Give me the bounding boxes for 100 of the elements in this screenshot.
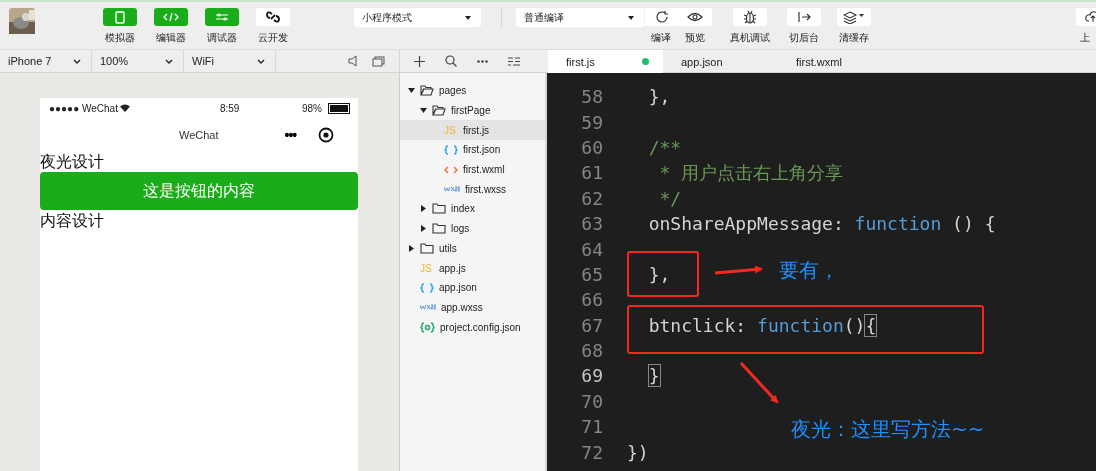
file-tree-item[interactable]: pages: [420, 85, 467, 97]
file-tree-item[interactable]: first.wxss: [444, 183, 507, 195]
file-tree-item[interactable]: app.json: [420, 282, 477, 294]
carrier-text: ●●●●● WeChat: [49, 102, 118, 114]
annotation-note: 夜光：这里写方法~~: [791, 416, 985, 443]
angle-brackets-icon: [444, 165, 458, 174]
folder-icon: [420, 85, 434, 97]
toolbar-label: 调试器: [207, 31, 237, 45]
mode-select[interactable]: 小程序模式: [354, 8, 481, 27]
line-number: 69: [580, 365, 603, 387]
device-select[interactable]: iPhone 7: [0, 49, 92, 73]
chevron-icon: [73, 58, 81, 64]
line-number: 71: [580, 416, 603, 438]
collapsed-arrow-icon[interactable]: [408, 244, 415, 252]
sliders-toggle[interactable]: [205, 8, 239, 26]
file-tree-item[interactable]: JS app.js: [420, 262, 466, 274]
expanded-arrow-icon[interactable]: [420, 107, 427, 115]
toolbar-label: 编辑器: [156, 31, 186, 45]
more-icon[interactable]: [477, 59, 488, 63]
line-number: 61: [580, 162, 603, 184]
expanded-arrow-icon[interactable]: [408, 87, 415, 95]
add-icon[interactable]: [414, 55, 425, 67]
code-line: }): [627, 441, 649, 463]
chevron-icon: [165, 58, 173, 64]
network-select[interactable]: WiFi: [184, 49, 276, 73]
code-line: }: [647, 365, 660, 387]
line-number: 59: [580, 111, 603, 133]
collapsed-arrow-icon[interactable]: [420, 225, 427, 233]
line-number: 63: [580, 213, 603, 235]
line-number: 66: [580, 289, 603, 311]
file-tree-item[interactable]: first.json: [444, 144, 501, 156]
refresh-icon: [654, 10, 669, 24]
style-file-icon: [444, 186, 460, 193]
toolbar-label: 模拟器: [105, 31, 135, 45]
phone-toggle[interactable]: [103, 8, 137, 26]
line-number: 67: [580, 314, 603, 336]
line-number: 70: [580, 390, 603, 412]
compile-select[interactable]: 普通编译: [516, 8, 644, 27]
folder-icon: [420, 242, 434, 254]
file-tree-item[interactable]: utils: [420, 242, 457, 254]
line-number: 58: [580, 86, 603, 108]
code-line: onShareAppMessage: function () {: [647, 213, 996, 235]
battery-percent: 98%: [302, 102, 322, 114]
file-tree-item[interactable]: app.wxss: [420, 301, 483, 313]
code-line: },: [647, 86, 671, 108]
refresh-button[interactable]: [644, 8, 678, 26]
code-toggle[interactable]: [154, 8, 188, 26]
file-tree-item[interactable]: JS first.js: [444, 124, 490, 136]
switch-button[interactable]: [787, 8, 821, 26]
speaker-icon[interactable]: [348, 55, 358, 67]
code-icon: [163, 12, 179, 22]
annotation-note: 要有，: [779, 257, 839, 284]
toolbar-label: 上: [1080, 31, 1090, 45]
braces-icon: [444, 144, 458, 155]
file-tree-item[interactable]: project.config.json: [420, 321, 521, 333]
more-menu[interactable]: •••: [284, 126, 297, 143]
folder-icon: [432, 105, 446, 117]
file-tree-item[interactable]: firstPage: [432, 105, 491, 117]
chevron-icon: [257, 58, 265, 64]
eye-button[interactable]: [678, 8, 712, 26]
config-file-icon: [420, 321, 435, 333]
caret-icon: [628, 15, 634, 20]
braces-icon: [420, 282, 434, 293]
window-icon[interactable]: [372, 55, 385, 67]
editor-tab[interactable]: first.js: [548, 50, 663, 73]
toolbar-label: 切后台: [789, 31, 819, 45]
target-icon[interactable]: [318, 126, 335, 143]
search-icon[interactable]: [445, 55, 457, 67]
folder-icon: [432, 223, 446, 235]
link-toggle[interactable]: [256, 8, 290, 26]
annotation-arrow: [739, 362, 779, 404]
layers-icon: [843, 10, 865, 24]
phone-icon: [115, 10, 125, 24]
exit-arrow-icon: [797, 11, 811, 23]
zoom-select[interactable]: 100%: [92, 49, 184, 73]
editor-tab[interactable]: first.wxml: [778, 50, 893, 73]
toolbar-label: 云开发: [258, 31, 288, 45]
line-number: 65: [580, 263, 603, 285]
toolbar-label: 编译: [651, 31, 671, 45]
line-number: 72: [580, 441, 603, 463]
file-tree-item[interactable]: index: [432, 203, 475, 215]
nav-title: WeChat: [179, 128, 219, 141]
page-text: 内容设计: [40, 211, 105, 231]
toolbar-label: 预览: [685, 31, 705, 45]
line-number: 60: [580, 136, 603, 158]
code-line: */: [658, 187, 682, 209]
toolbar-label: 清缓存: [839, 31, 869, 45]
file-tree-item[interactable]: first.wxml: [444, 164, 505, 176]
line-number: 64: [580, 238, 603, 260]
battery-icon: [328, 102, 350, 114]
layers-button[interactable]: [837, 8, 871, 26]
clock-text: 8:59: [219, 102, 240, 114]
collapsed-arrow-icon[interactable]: [420, 205, 427, 213]
bug-button[interactable]: [733, 8, 767, 26]
editor-tab[interactable]: app.json: [663, 50, 778, 73]
collapse-icon[interactable]: [508, 56, 520, 66]
code-line: /**: [647, 136, 682, 158]
file-tree-item[interactable]: logs: [432, 223, 470, 235]
line-number: 62: [580, 187, 603, 209]
page-text: 夜光设计: [40, 152, 105, 172]
